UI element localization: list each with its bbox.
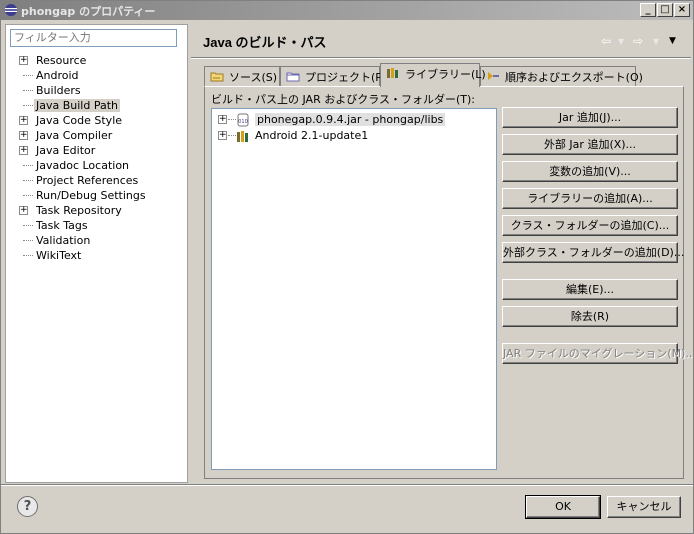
properties-dialog: phongap のプロパティー _ □ × +Resource Android …	[0, 0, 694, 534]
ok-button[interactable]: OK	[525, 495, 601, 519]
jar-icon: 010	[237, 113, 249, 127]
order-export-icon	[488, 72, 499, 80]
tree-item-project-references[interactable]: Project References	[6, 173, 187, 188]
tree-item-java-compiler[interactable]: + Java Compiler	[6, 128, 187, 143]
libraries-panel: ビルド・パス上の JAR およびクラス・フォルダー(T): + 010 phon…	[204, 86, 694, 479]
header-divider	[191, 57, 691, 59]
folder-project-icon	[286, 72, 300, 82]
tree-item-run-debug-settings[interactable]: Run/Debug Settings	[6, 188, 187, 203]
page-header: Java のビルド・パス ⇦ ▼ ⇨ ▼ ▼	[191, 24, 691, 56]
forward-arrow-icon[interactable]: ⇨	[633, 34, 643, 48]
library-icon	[237, 131, 248, 142]
add-external-jar-button[interactable]: 外部 Jar 追加(X)...	[502, 134, 678, 155]
list-item[interactable]: + Android 2.1-update1	[218, 128, 368, 144]
expand-icon[interactable]: +	[19, 116, 28, 125]
tree-item-wikitext[interactable]: WikiText	[6, 248, 187, 263]
settings-pane: Java のビルド・パス ⇦ ▼ ⇨ ▼ ▼ ソース(S) プロジェクト(P) …	[191, 24, 694, 483]
tree-item-javadoc-location[interactable]: Javadoc Location	[6, 158, 187, 173]
tree-item-java-build-path[interactable]: Java Build Path	[6, 98, 187, 113]
tree-item-task-tags[interactable]: Task Tags	[6, 218, 187, 233]
help-icon[interactable]: ?	[17, 496, 38, 517]
tab-order-export[interactable]: 順序およびエクスポート(O)	[480, 66, 643, 86]
back-arrow-icon[interactable]: ⇦	[601, 34, 611, 48]
add-variable-button[interactable]: 変数の追加(V)...	[502, 161, 678, 182]
filter-input[interactable]	[10, 29, 177, 47]
add-external-class-folder-button[interactable]: 外部クラス・フォルダーの追加(D)...	[502, 242, 684, 263]
tab-source[interactable]: ソース(S)	[204, 66, 280, 86]
minimize-button[interactable]: _	[640, 3, 656, 17]
folder-source-icon	[210, 72, 224, 82]
migrate-jar-button: JAR ファイルのマイグレーション(M)...	[502, 343, 694, 364]
window-title: phongap のプロパティー	[21, 5, 156, 18]
title-bar[interactable]: phongap のプロパティー _ □ ×	[1, 1, 693, 20]
expand-icon[interactable]: +	[19, 146, 28, 155]
view-menu-icon[interactable]: ▼	[669, 36, 676, 46]
cancel-button[interactable]: キャンセル	[607, 496, 681, 518]
expand-icon[interactable]: +	[19, 131, 28, 140]
expand-icon[interactable]: +	[218, 131, 227, 140]
list-item[interactable]: + 010 phonegap.0.9.4.jar - phongap/libs	[218, 112, 446, 128]
expand-icon[interactable]: +	[218, 115, 227, 124]
tree-item-java-editor[interactable]: + Java Editor	[6, 143, 187, 158]
category-tree: + Resource Android Builders Java Build Pa…	[6, 53, 187, 263]
tree-item-task-repository[interactable]: + Task Repository	[6, 203, 187, 218]
add-class-folder-button[interactable]: クラス・フォルダーの追加(C)...	[502, 215, 678, 236]
maximize-button[interactable]: □	[657, 3, 673, 17]
eclipse-icon	[5, 4, 17, 16]
expand-icon[interactable]: +	[19, 56, 28, 65]
category-pane: +Resource Android Builders Java Build Pa…	[5, 24, 188, 483]
footer-divider	[1, 484, 693, 486]
forward-menu-icon[interactable]: ▼	[653, 37, 659, 46]
expand-icon[interactable]: +	[19, 206, 28, 215]
add-jar-button[interactable]: Jar 追加(J)...	[502, 107, 678, 128]
jar-list[interactable]: + 010 phonegap.0.9.4.jar - phongap/libs …	[211, 108, 497, 470]
svg-text:010: 010	[238, 119, 248, 125]
add-library-button[interactable]: ライブラリーの追加(A)...	[502, 188, 678, 209]
tab-projects[interactable]: プロジェクト(P)	[280, 66, 386, 86]
edit-button[interactable]: 編集(E)...	[502, 279, 678, 300]
tab-libraries[interactable]: ライブラリー(L)	[380, 63, 486, 87]
library-icon	[387, 68, 398, 78]
tree-item-resource[interactable]: + Resource	[6, 53, 187, 68]
tree-item-validation[interactable]: Validation	[6, 233, 187, 248]
remove-button[interactable]: 除去(R)	[502, 306, 678, 327]
tree-item-java-code-style[interactable]: + Java Code Style	[6, 113, 187, 128]
jar-list-label: ビルド・パス上の JAR およびクラス・フォルダー(T):	[211, 93, 475, 106]
tree-item-android[interactable]: Android	[6, 68, 187, 83]
close-button[interactable]: ×	[674, 3, 690, 17]
tree-item-builders[interactable]: Builders	[6, 83, 187, 98]
page-title: Java のビルド・パス	[203, 35, 327, 50]
back-menu-icon[interactable]: ▼	[618, 37, 624, 46]
